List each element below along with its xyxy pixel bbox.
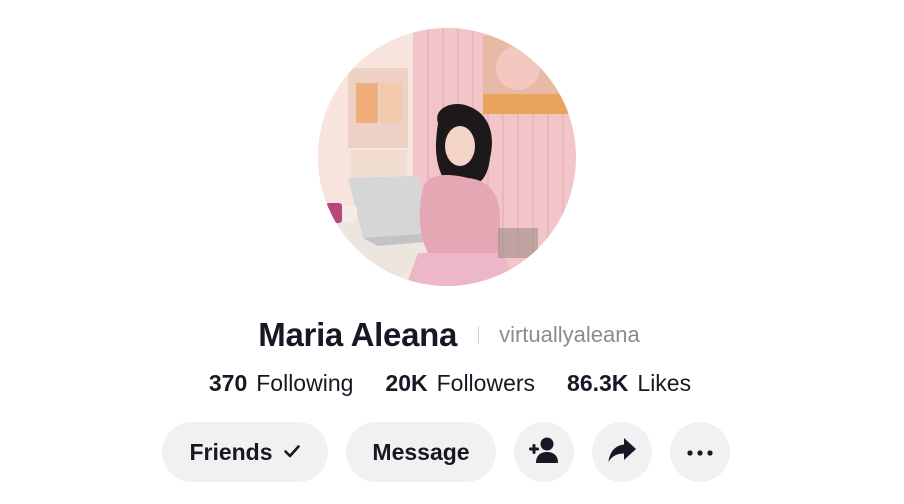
username: virtuallyaleana xyxy=(499,322,640,347)
stat-likes-label: Likes xyxy=(637,370,692,396)
check-icon xyxy=(283,439,301,466)
friends-button-label: Friends xyxy=(189,438,273,465)
stat-following[interactable]: 370 Following xyxy=(209,370,354,397)
message-button-label: Message xyxy=(372,438,470,465)
add-user-icon xyxy=(528,436,560,469)
stat-following-value: 370 xyxy=(208,370,248,396)
share-button[interactable] xyxy=(592,422,652,482)
stat-followers-label: Followers xyxy=(436,370,536,396)
stat-followers[interactable]: 20K Followers xyxy=(385,370,535,397)
avatar-photo xyxy=(318,28,576,286)
profile-actions: Friends Message xyxy=(162,422,730,482)
more-dots-icon xyxy=(687,443,713,461)
message-button[interactable]: Message xyxy=(346,422,496,482)
profile-name-row: Maria Aleana virtuallyaleana xyxy=(0,316,904,354)
profile-avatar[interactable] xyxy=(318,28,576,286)
stat-following-label: Following xyxy=(256,370,354,396)
name-divider xyxy=(478,326,480,344)
profile-stats: 370 Following 20K Followers 86.3K Likes xyxy=(0,370,902,397)
more-button[interactable] xyxy=(670,422,730,482)
stat-likes: 86.3K Likes xyxy=(567,370,691,397)
share-arrow-icon xyxy=(607,436,637,469)
friends-button[interactable]: Friends xyxy=(162,422,328,482)
stat-likes-value: 86.3K xyxy=(567,370,629,396)
stat-followers-value: 20K xyxy=(385,370,428,396)
add-friend-button[interactable] xyxy=(514,422,574,482)
display-name: Maria Aleana xyxy=(258,316,458,353)
